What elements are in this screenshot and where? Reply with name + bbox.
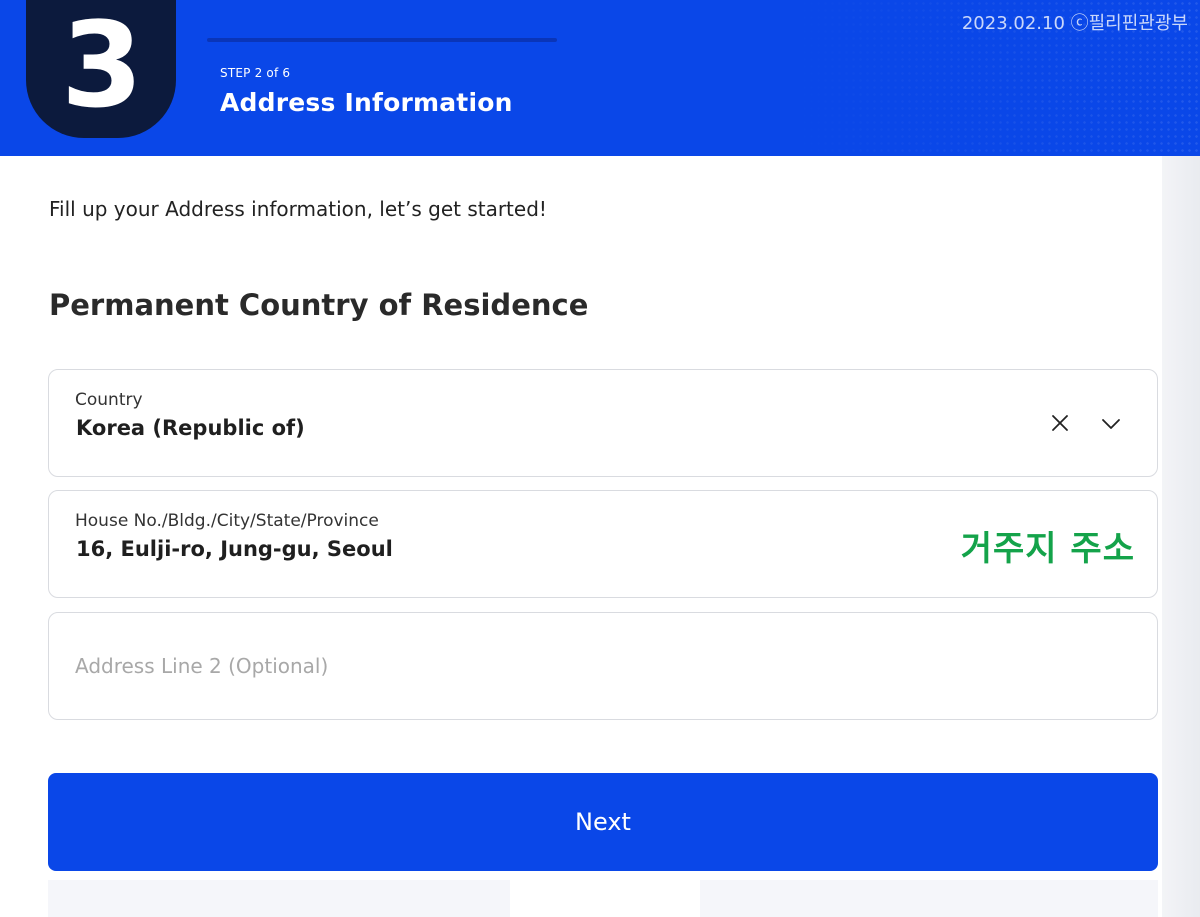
scrollbar-track[interactable] xyxy=(1162,156,1200,917)
country-select[interactable]: Country Korea (Republic of) xyxy=(48,369,1158,477)
page-title: Address Information xyxy=(220,88,513,117)
step-number-badge: 3 xyxy=(26,0,176,138)
country-label: Country xyxy=(75,390,143,410)
step-indicator: STEP 2 of 6 xyxy=(220,66,291,80)
page: 3 STEP 2 of 6 Address Information 2023.0… xyxy=(0,0,1200,917)
address-line-2-input[interactable] xyxy=(75,651,1125,681)
close-icon[interactable] xyxy=(1049,412,1071,434)
section-title: Permanent Country of Residence xyxy=(49,288,589,322)
address-line-2-field[interactable] xyxy=(48,612,1158,720)
header-banner: 3 STEP 2 of 6 Address Information 2023.0… xyxy=(0,0,1200,156)
footer-card xyxy=(510,880,700,917)
address-line-1-value[interactable]: 16, Eulji-ro, Jung-gu, Seoul xyxy=(76,537,876,561)
intro-text: Fill up your Address information, let’s … xyxy=(49,197,547,221)
step-number: 3 xyxy=(60,0,143,134)
date-watermark: 2023.02.10 ⓒ필리핀관광부 xyxy=(961,13,1188,34)
address-line-1-label: House No./Bldg./City/State/Province xyxy=(75,511,379,531)
residence-address-annotation: 거주지 주소 xyxy=(960,529,1135,569)
address-line-1-field[interactable]: House No./Bldg./City/State/Province 16, … xyxy=(48,490,1158,598)
country-value[interactable]: Korea (Republic of) xyxy=(76,416,876,440)
progress-bar xyxy=(207,38,557,42)
next-button[interactable]: Next xyxy=(48,773,1158,871)
bottom-footer-strip xyxy=(48,880,1158,917)
chevron-down-icon[interactable] xyxy=(1099,414,1123,434)
